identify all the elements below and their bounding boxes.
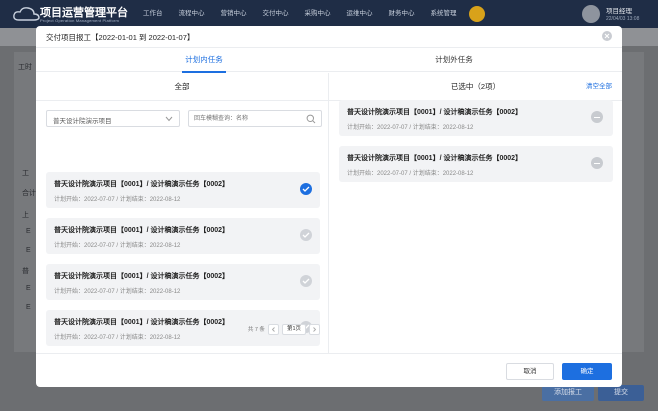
user-name: 项目经理 xyxy=(606,8,632,15)
task-card-title: 普天设计院演示项目【0001】/ 设计稿演示任务【0002】 xyxy=(54,319,230,326)
nav-item-delivery[interactable]: 交付中心 xyxy=(255,0,297,28)
modal-title: 交付项目报工【2022-01-01 到 2022-01-07】 xyxy=(46,33,195,42)
close-icon[interactable] xyxy=(602,31,612,41)
nav-item-process[interactable]: 流程中心 xyxy=(171,0,213,28)
background-label: 工 xyxy=(22,170,29,177)
task-card-dates: 计划开始：2022-07-07 / 计划结束：2022-08-12 xyxy=(54,197,181,203)
brand-subtitle: Project Operation Management Platform xyxy=(40,18,119,23)
remove-icon[interactable] xyxy=(591,111,603,123)
modal-footer: 取消 确定 xyxy=(36,353,622,387)
notification-icon[interactable] xyxy=(469,6,485,22)
check-icon[interactable] xyxy=(300,229,312,241)
search-input[interactable] xyxy=(194,114,304,124)
nav-item-ops[interactable]: 运维中心 xyxy=(339,0,381,28)
background-label: E xyxy=(26,285,31,292)
selected-task-card: 普天设计院演示项目【0001】/ 设计稿演示任务【0002】 计划开始：2022… xyxy=(339,146,613,182)
background-label: 普 xyxy=(22,268,29,275)
task-card[interactable]: 普天设计院演示项目【0001】/ 设计稿演示任务【0002】 计划开始：2022… xyxy=(46,218,320,254)
task-card-title: 普天设计院演示项目【0001】/ 设计稿演示任务【0002】 xyxy=(54,181,230,188)
task-card-dates: 计划开始：2022-07-07 / 计划结束：2022-08-12 xyxy=(347,171,474,177)
nav-item-purchase[interactable]: 采购中心 xyxy=(297,0,339,28)
task-card-dates: 计划开始：2022-07-07 / 计划结束：2022-08-12 xyxy=(54,289,181,295)
user-time: 22/04/03 13:08 xyxy=(606,16,640,22)
task-card-title: 普天设计院演示项目【0001】/ 设计稿演示任务【0002】 xyxy=(347,109,523,116)
background-label: E xyxy=(26,228,31,235)
task-card-title: 普天设计院演示项目【0001】/ 设计稿演示任务【0002】 xyxy=(54,273,230,280)
background-label: 上 xyxy=(22,212,29,219)
chevron-left-icon xyxy=(271,326,275,332)
submit-button[interactable]: 提交 xyxy=(598,385,644,401)
task-tabs: 计划内任务 计划外任务 xyxy=(36,49,622,73)
background-label: E xyxy=(26,304,31,311)
nav-item-system[interactable]: 系统管理 xyxy=(423,0,465,28)
nav-item-marketing[interactable]: 营销中心 xyxy=(213,0,255,28)
search-field[interactable] xyxy=(188,110,322,127)
project-select[interactable]: 普天设计院演示项目 xyxy=(46,110,180,127)
search-icon[interactable] xyxy=(306,114,316,124)
task-card-title: 普天设计院演示项目【0001】/ 设计稿演示任务【0002】 xyxy=(347,155,523,162)
avatar[interactable] xyxy=(582,5,600,23)
selected-task-card: 普天设计院演示项目【0001】/ 设计稿演示任务【0002】 计划开始：2022… xyxy=(339,100,613,136)
selected-tasks-pane: 已选中（2项） 清空全部 普天设计院演示项目【0001】/ 设计稿演示任务【00… xyxy=(329,73,622,353)
pager-prev-button[interactable] xyxy=(267,323,279,335)
task-select-modal: 交付项目报工【2022-01-01 到 2022-01-07】 计划内任务 计划… xyxy=(36,26,622,387)
task-card-dates: 计划开始：2022-07-07 / 计划结束：2022-08-12 xyxy=(54,335,181,341)
all-tasks-header: 全部 xyxy=(36,73,328,101)
confirm-button[interactable]: 确定 xyxy=(562,363,612,380)
pager-total: 共 7 条 xyxy=(247,327,265,333)
background-label: 工时 xyxy=(18,64,32,71)
cancel-button[interactable]: 取消 xyxy=(506,363,554,380)
check-icon[interactable] xyxy=(300,275,312,287)
check-icon[interactable] xyxy=(300,183,312,195)
background-label: E xyxy=(26,247,31,254)
top-nav: 工作台 流程中心 营销中心 交付中心 采购中心 运维中心 财务中心 系统管理 xyxy=(135,0,465,28)
nav-item-workbench[interactable]: 工作台 xyxy=(135,0,171,28)
task-card[interactable]: 普天设计院演示项目【0001】/ 设计稿演示任务【0002】 计划开始：2022… xyxy=(46,264,320,300)
background-label: 合计 xyxy=(22,190,36,197)
pagination: 共 7 条 第1页 xyxy=(248,323,320,335)
clear-all-link[interactable]: 清空全部 xyxy=(586,73,612,101)
modal-header: 交付项目报工【2022-01-01 到 2022-01-07】 xyxy=(36,26,622,48)
tab-in-plan[interactable]: 计划内任务 xyxy=(154,49,254,73)
all-tasks-pane: 全部 普天设计院演示项目 普天设计院演示项目【0001】/ 设计稿演示任务【00… xyxy=(36,73,329,353)
project-select-value: 普天设计院演示项目 xyxy=(53,118,112,125)
pager-next-button[interactable] xyxy=(309,323,320,335)
task-card-dates: 计划开始：2022-07-07 / 计划结束：2022-08-12 xyxy=(54,243,181,249)
cloud-logo-icon xyxy=(13,7,40,21)
pager-current-page[interactable]: 第1页 xyxy=(281,323,306,335)
task-card-dates: 计划开始：2022-07-07 / 计划结束：2022-08-12 xyxy=(347,125,474,131)
chevron-right-icon xyxy=(313,326,317,332)
nav-item-finance[interactable]: 财务中心 xyxy=(381,0,423,28)
selected-tasks-header: 已选中（2项） xyxy=(329,73,622,101)
tab-out-plan[interactable]: 计划外任务 xyxy=(404,49,504,72)
remove-icon[interactable] xyxy=(591,157,603,169)
task-card[interactable]: 普天设计院演示项目【0001】/ 设计稿演示任务【0002】 计划开始：2022… xyxy=(46,172,320,208)
task-card-title: 普天设计院演示项目【0001】/ 设计稿演示任务【0002】 xyxy=(54,227,230,234)
chevron-down-icon xyxy=(165,116,173,122)
app-topbar: 项目运营管理平台 Project Operation Management Pl… xyxy=(0,0,658,28)
add-report-button[interactable]: 添加报工 xyxy=(542,385,594,401)
